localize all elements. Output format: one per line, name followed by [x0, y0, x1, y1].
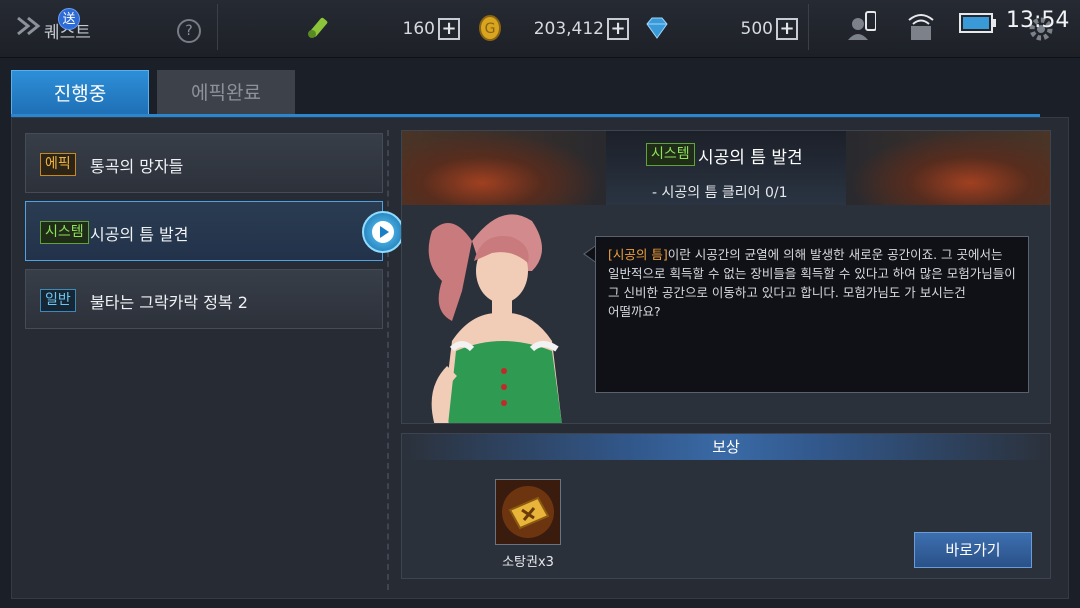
tab-in-progress[interactable]: 진행중 [11, 70, 149, 116]
separator [808, 4, 809, 50]
resource-value: 160 [402, 19, 435, 39]
resource-value: 500 [740, 19, 773, 39]
separator [217, 4, 218, 50]
resource-value: 203,412 [533, 19, 604, 39]
quest-name: 불타는 그락카락 정복 2 [90, 293, 248, 312]
play-icon[interactable] [362, 211, 404, 253]
reward-header: 보상 [402, 434, 1050, 460]
reward-panel: 보상 소탕권x3 바로가기 [401, 433, 1051, 579]
friends-icon[interactable] [846, 10, 876, 42]
svg-text:G: G [485, 21, 496, 37]
quest-detail-panel: 시스템 시공의 틈 발견 - 시공의 틈 클리어 0/1 [시공의 틈]이란 시… [401, 130, 1051, 424]
quest-tag-system: 시스템 [40, 221, 89, 244]
status-clock: 13:54 [1006, 8, 1070, 33]
dialog-body: 이란 시공간의 균열에 의해 발생한 새로운 공간이죠. 그 곳에서는 일반적으… [608, 247, 1016, 319]
reward-item-slot[interactable] [495, 479, 561, 545]
npc-character-portrait [428, 214, 562, 423]
quest-tag-epic: 에픽 [40, 153, 76, 176]
wrench-icon [308, 17, 328, 38]
quest-tag-normal: 일반 [40, 289, 76, 312]
top-bar: 퀘스트 送 ? 160 + G 203,412 + 500 + 13:54 [0, 0, 1080, 58]
quest-list-item-selected[interactable]: 시스템 시공의 틈 발견 [25, 201, 383, 261]
sweep-ticket-icon [496, 480, 560, 544]
gold-coin-icon: G [479, 15, 501, 41]
reward-item-label: 소탕권x3 [502, 555, 554, 570]
quest-name: 시공의 틈 발견 [90, 225, 189, 244]
divider [387, 130, 389, 590]
quest-name: 통곡의 망자들 [90, 157, 184, 176]
npc-dialog-box: [시공의 틈]이란 시공간의 균열에 의해 발생한 새로운 공간이죠. 그 곳에… [595, 236, 1029, 393]
goto-button[interactable]: 바로가기 [914, 532, 1032, 568]
tab-epic-completed[interactable]: 에픽완료 [157, 70, 295, 116]
quest-list-item[interactable]: 에픽 통곡의 망자들 [25, 133, 383, 193]
quest-list-item[interactable]: 일반 불타는 그락카락 정복 2 [25, 269, 383, 329]
back-icon[interactable] [14, 12, 42, 40]
add-resource-button[interactable]: + [607, 18, 629, 40]
diamond-icon [646, 17, 668, 39]
add-resource-button[interactable]: + [776, 18, 798, 40]
dialog-text: [시공의 틈]이란 시공간의 균열에 의해 발생한 새로운 공간이죠. 그 곳에… [608, 245, 1022, 321]
detail-title: 시공의 틈 발견 [698, 148, 803, 168]
mail-icon[interactable] [905, 10, 937, 42]
detail-objective: - 시공의 틈 클리어 0/1 [652, 185, 788, 201]
battery-icon [959, 13, 996, 33]
notification-badge: 送 [58, 8, 80, 30]
dialog-highlight: [시공의 틈] [608, 247, 668, 262]
add-resource-button[interactable]: + [438, 18, 460, 40]
detail-tag-system: 시스템 [646, 143, 695, 166]
help-icon[interactable]: ? [177, 19, 201, 43]
